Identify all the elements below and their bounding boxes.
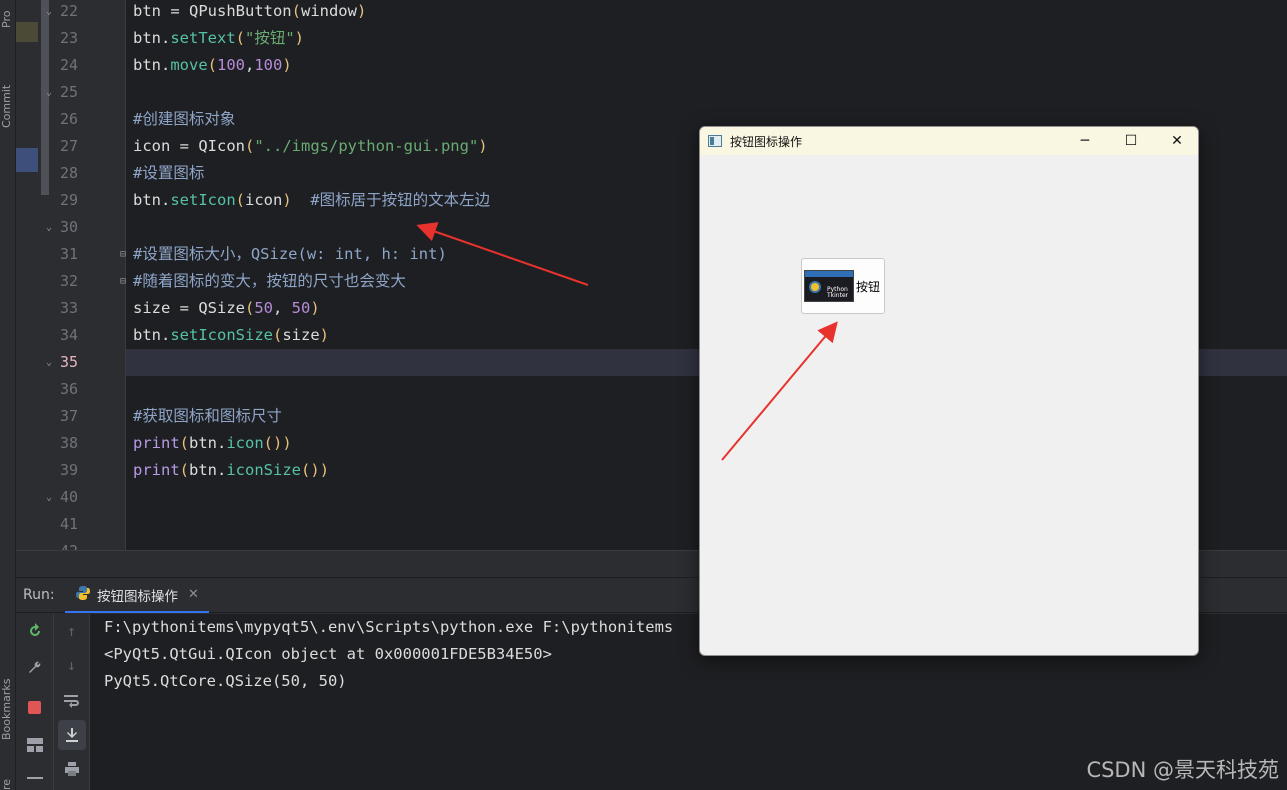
line-number: 31 [60,245,79,263]
code-line[interactable] [126,79,1287,106]
console-line: PyQt5.QtCore.QSize(50, 50) [104,672,347,690]
line-number: 30 [60,218,79,236]
line-number: 34 [60,326,79,344]
run-label: Run: [23,587,55,603]
close-button[interactable]: ✕ [1154,127,1198,155]
line-number: 42 [54,538,116,550]
python-gui-icon: Python Tkinter [804,270,854,302]
minimize-button[interactable]: ─ [1062,127,1108,155]
icon-caption: Python Tkinter [827,286,849,299]
run-tab[interactable]: 按钮图标操作 ✕ [65,578,209,613]
line-number: 32 [60,272,79,290]
code-line[interactable]: btn.move(100,100) [126,52,1287,79]
console-toolbar: ↑ ↓ [54,614,90,790]
change-marker [16,148,38,172]
qt-window-title: 按钮图标操作 [730,135,803,149]
bookmarks-tool-tab[interactable]: Bookmarks [0,660,16,740]
left-tool-strip: Pro Commit Bookmarks re [0,0,16,790]
fold-icon[interactable]: ⌄ [46,222,52,233]
line-number: 39 [60,461,79,479]
scroll-to-end-icon[interactable] [58,720,86,750]
qt-window: 按钮图标操作 ─ ☐ ✕ Python Tkinter 按钮 [699,126,1199,656]
qt-button-label: 按钮 [856,279,881,294]
python-icon [75,585,91,605]
commit-tool-tab[interactable]: Commit [0,58,16,128]
console-line: <PyQt5.QtGui.QIcon object at 0x000001FDE… [104,645,552,663]
line-number: 40 [60,488,79,506]
print-icon[interactable] [54,754,89,784]
line-number: 37 [60,407,79,425]
line-number: 22 [60,2,79,20]
line-number: 27 [60,137,79,155]
fold-icon[interactable]: ⌄ [46,87,52,98]
more-icon[interactable] [16,764,53,790]
window-app-icon [708,135,722,147]
qt-titlebar[interactable]: 按钮图标操作 ─ ☐ ✕ [700,127,1198,155]
line-number: 33 [60,299,79,317]
line-number: 28 [60,164,79,182]
maximize-button[interactable]: ☐ [1108,127,1154,155]
fold-icon[interactable]: ⌄ [46,357,52,368]
qt-push-button[interactable]: Python Tkinter 按钮 [801,258,885,314]
line-number: 23 [60,29,79,47]
project-tool-tab[interactable]: Pro [0,0,16,28]
line-number: 35 [60,353,79,371]
line-number: 29 [60,191,79,209]
console-line: F:\pythonitems\mypyqt5\.env\Scripts\pyth… [104,618,674,636]
structure-tool-tab[interactable]: re [0,772,16,790]
arrow-up-icon[interactable]: ↑ [54,616,89,646]
line-number: 24 [60,56,79,74]
rerun-icon[interactable] [16,616,53,646]
stop-icon[interactable] [16,692,53,722]
arrow-down-icon[interactable]: ↓ [54,650,89,680]
close-icon[interactable]: ✕ [188,587,199,602]
editor-gutter: ⌄ ⌄ ⌄ ⌄ ⌄ [16,0,54,550]
line-number: 26 [60,110,79,128]
change-marker [16,22,38,42]
line-number: 41 [60,515,79,533]
line-numbers: 22 23 24 25 26 27 28 29 30 31 32 33 34 35 36 37 38 39 40 41… [54,0,126,550]
code-line[interactable]: btn.setText("按钮") [126,25,1287,52]
soft-wrap-icon[interactable] [54,686,89,716]
fold-icon[interactable]: ⌄ [46,492,52,503]
line-number: 38 [60,434,79,452]
layout-icon[interactable] [16,730,53,760]
run-tab-label: 按钮图标操作 [97,588,178,605]
wrench-icon[interactable] [16,652,53,682]
code-line[interactable]: btn = QPushButton(window) [126,0,1287,25]
watermark: CSDN @景天科技苑 [1086,758,1279,782]
fold-icon[interactable]: ⌄ [46,6,52,17]
line-number: 25 [60,83,79,101]
run-toolbar [16,614,54,790]
line-number: 36 [60,380,79,398]
